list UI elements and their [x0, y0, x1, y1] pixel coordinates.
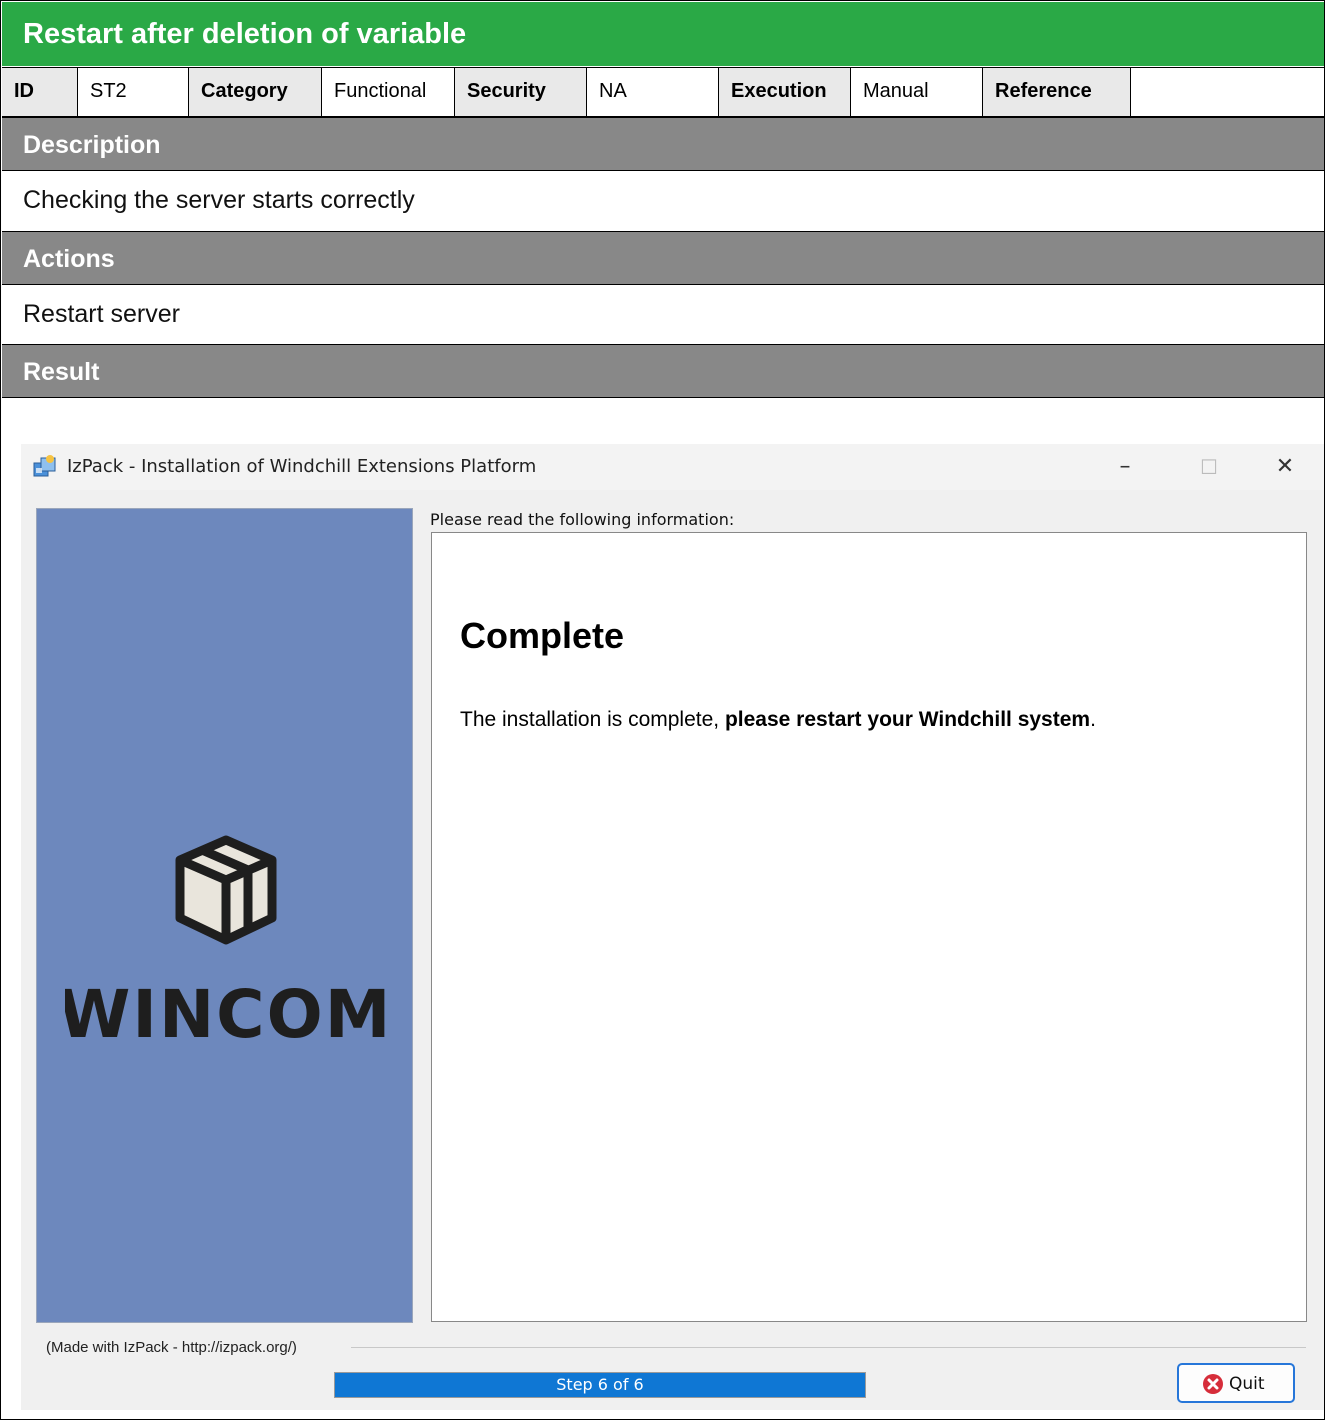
- meta-key-category: Category: [189, 68, 322, 116]
- meta-key-id: ID: [2, 68, 78, 116]
- info-title: Complete: [460, 615, 625, 656]
- info-message-normal: The installation is complete,: [460, 708, 725, 731]
- actions-text: Restart server: [23, 300, 180, 328]
- installer-title-bar: IzPack - Installation of Windchill Exten…: [21, 444, 1324, 490]
- close-button[interactable]: ✕: [1265, 450, 1305, 484]
- meta-key-execution: Execution: [719, 68, 851, 116]
- svg-text:WINCOM: WINCOM: [65, 979, 385, 1049]
- description-header: Description: [2, 117, 1324, 171]
- result-header: Result: [2, 344, 1324, 398]
- progress-label: Step 6 of 6: [556, 1375, 644, 1394]
- minimize-button[interactable]: –: [1105, 450, 1145, 484]
- info-label: Please read the following information:: [430, 510, 735, 529]
- meta-key-reference: Reference: [983, 68, 1131, 116]
- test-case-document: Restart after deletion of variable ID ST…: [0, 0, 1325, 1420]
- meta-row: ID ST2 Category Functional Security NA E…: [2, 67, 1324, 117]
- wincom-logo: WINCOM: [37, 976, 412, 1054]
- installer-app-icon: [33, 455, 56, 477]
- maximize-button[interactable]: ☐: [1189, 450, 1229, 484]
- info-message-end: .: [1090, 708, 1096, 731]
- quit-label: Quit: [1229, 1374, 1265, 1394]
- progress-bar: Step 6 of 6: [334, 1372, 866, 1398]
- meta-key-security: Security: [455, 68, 587, 116]
- meta-value-execution: Manual: [851, 68, 983, 116]
- made-with-label: (Made with IzPack - http://izpack.org/): [46, 1339, 297, 1356]
- description-text: Checking the server starts correctly: [23, 186, 415, 214]
- test-case-title: Restart after deletion of variable: [2, 2, 1324, 66]
- quit-icon: [1203, 1374, 1223, 1394]
- installer-window: IzPack - Installation of Windchill Exten…: [21, 444, 1324, 1410]
- installer-window-title: IzPack - Installation of Windchill Exten…: [67, 456, 537, 477]
- actions-header: Actions: [2, 231, 1324, 285]
- meta-value-id: ST2: [78, 68, 189, 116]
- info-panel: Complete The installation is complete, p…: [431, 532, 1307, 1322]
- installer-side-panel: WINCOM: [36, 508, 413, 1323]
- meta-value-category: Functional: [322, 68, 455, 116]
- meta-value-reference: [1131, 68, 1324, 116]
- footer-separator: [351, 1347, 1306, 1348]
- quit-button[interactable]: Quit: [1177, 1363, 1295, 1403]
- wincom-logo-wordmark: WINCOM: [57, 976, 390, 1053]
- meta-value-security: NA: [587, 68, 719, 116]
- info-message: The installation is complete, please res…: [460, 708, 1096, 732]
- wincom-box-icon: [175, 835, 277, 945]
- info-message-bold: please restart your Windchill system: [724, 708, 1091, 731]
